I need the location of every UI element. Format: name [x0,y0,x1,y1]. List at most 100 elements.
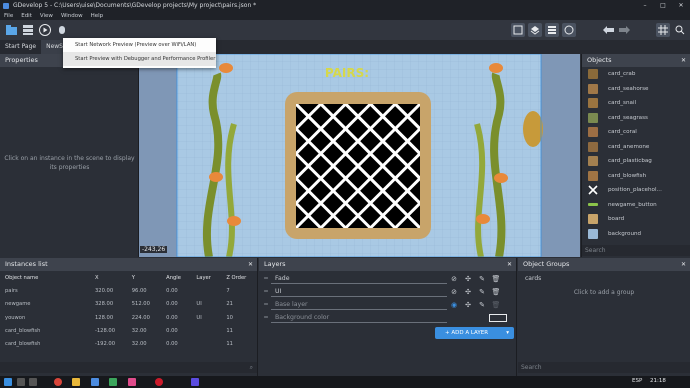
menu-edit[interactable]: Edit [21,13,32,19]
table-cell: card_blowfish [5,341,41,348]
close-icon[interactable]: ✕ [248,258,253,271]
menu-file[interactable]: File [4,13,13,19]
opera-icon[interactable] [155,378,163,386]
add-group-hint[interactable]: Click to add a group [518,289,690,296]
drag-handle-icon[interactable]: ═ [261,288,271,295]
visibility-off-icon[interactable]: ⊘ [447,288,461,296]
group-item[interactable]: cards [525,275,541,282]
close-button[interactable]: ✕ [672,0,690,11]
history-toggle-button[interactable] [562,23,576,37]
object-thumbnail [588,127,598,138]
object-editor-button[interactable] [511,23,525,37]
object-item[interactable]: newgame_button [582,198,690,213]
close-icon[interactable]: ✕ [681,54,686,67]
app-icon[interactable] [109,378,117,386]
scene-canvas[interactable]: PAIRS: -243,26 [139,54,580,257]
object-item[interactable]: card_coral [582,125,690,140]
table-row[interactable]: card_blowfish -128.00 32.00 0.00 11 [0,324,258,337]
layer-name-input[interactable]: Base layer [271,299,447,310]
chevron-down-icon[interactable]: ▾ [506,327,509,339]
card-line [544,104,580,228]
undo-button[interactable] [601,23,615,37]
app-icon[interactable] [128,378,136,386]
edit-icon[interactable]: ✎ [475,275,489,283]
edit-icon[interactable]: ✎ [475,288,489,296]
object-thumbnail [588,69,598,80]
object-item[interactable]: card_plasticbag [582,154,690,169]
object-item[interactable]: card_blowfish [582,169,690,184]
drag-handle-icon[interactable]: ═ [261,275,271,282]
object-item[interactable]: background [582,227,690,242]
object-item[interactable]: card_crab [582,67,690,82]
layer-row[interactable]: ═ UI ⊘ ✣ ✎ 🗑 [261,285,515,298]
effects-icon[interactable]: ✣ [461,275,475,283]
delete-icon[interactable]: 🗑 [489,288,503,296]
table-row[interactable]: pairs 320.00 96.00 0.00 7 [0,284,258,297]
instances-toggle-button[interactable] [545,23,559,37]
objects-search-input[interactable]: Search [582,245,690,256]
debugger-preview-item[interactable]: Start Preview with Debugger and Performa… [63,52,216,66]
effects-icon[interactable]: ✣ [461,288,475,296]
layer-name-input[interactable]: UI [271,286,447,297]
object-thumbnail [588,156,598,167]
close-icon[interactable]: ✕ [507,258,512,271]
clock[interactable]: 21:18 [650,378,666,384]
object-item[interactable]: position_placehol... [582,183,690,198]
object-name: card_anemone [608,143,650,150]
windows-start-icon[interactable] [4,378,12,386]
menu-help[interactable]: Help [91,13,104,19]
object-item[interactable]: card_anemone [582,140,690,155]
minimize-button[interactable]: – [636,0,654,11]
language-indicator[interactable]: ESP [632,378,642,384]
table-row[interactable]: card_blowfish -192.00 32.00 0.00 11 [0,337,258,350]
preview-button[interactable] [38,23,52,37]
gdevelop-taskbar-icon[interactable] [191,378,199,386]
layer-row[interactable]: ═ Background color [261,311,515,324]
network-preview-item[interactable]: Start Network Preview (Preview over WiFi… [63,38,216,52]
search-icon[interactable] [17,378,25,386]
column-layer[interactable]: Layer [191,271,221,284]
tab-start-page[interactable]: Start Page [0,40,41,54]
background-color-swatch[interactable] [489,313,507,322]
chrome-icon[interactable] [54,378,62,386]
redo-button[interactable] [617,23,631,37]
instances-panel: Instances list ✕ Object name X Y Angle La… [0,258,258,376]
effects-icon[interactable]: ✣ [461,301,475,309]
menu-view[interactable]: View [40,13,53,19]
column-object-name[interactable]: Object name [0,271,90,284]
object-item[interactable]: board [582,212,690,227]
object-item[interactable]: card_seagrass [582,111,690,126]
object-item[interactable]: card_snail [582,96,690,111]
preview-options-button[interactable] [55,23,69,37]
instances-search-input[interactable]: ⌕ [0,362,257,373]
events-button[interactable] [21,23,35,37]
column-z-order[interactable]: Z Order [221,271,258,284]
object-item[interactable]: card_seahorse [582,82,690,97]
menu-window[interactable]: Window [61,13,83,19]
drag-handle-icon[interactable]: ═ [261,301,271,308]
project-manager-button[interactable] [4,23,18,37]
delete-icon[interactable]: 🗑 [489,275,503,283]
column-angle[interactable]: Angle [161,271,191,284]
close-icon[interactable]: ✕ [681,258,686,271]
layer-row[interactable]: ═ Base layer ◉ ✣ ✎ 🗑 [261,298,515,311]
layer-name-input[interactable]: Fade [271,273,447,284]
groups-search-input[interactable]: Search [518,362,690,373]
maximize-button[interactable]: □ [654,0,672,11]
column-x[interactable]: X [90,271,127,284]
add-layer-button[interactable]: + ADD A LAYER ▾ [435,327,514,339]
table-row[interactable]: youwon 128.00 224.00 0.00 UI 10 [0,311,258,324]
visibility-off-icon[interactable]: ⊘ [447,275,461,283]
zoom-button[interactable] [673,23,687,37]
task-view-icon[interactable] [29,378,37,386]
edit-icon[interactable]: ✎ [475,301,489,309]
visibility-icon[interactable]: ◉ [447,301,461,309]
column-y[interactable]: Y [127,271,161,284]
layer-row[interactable]: ═ Fade ⊘ ✣ ✎ 🗑 [261,272,515,285]
explorer-icon[interactable] [72,378,80,386]
grid-toggle-button[interactable] [656,23,670,37]
app-icon[interactable] [91,378,99,386]
table-row[interactable]: newgame 328.00 512.00 0.00 UI 21 [0,298,258,311]
layers-toggle-button[interactable] [528,23,542,37]
fish-sprite [227,216,241,226]
